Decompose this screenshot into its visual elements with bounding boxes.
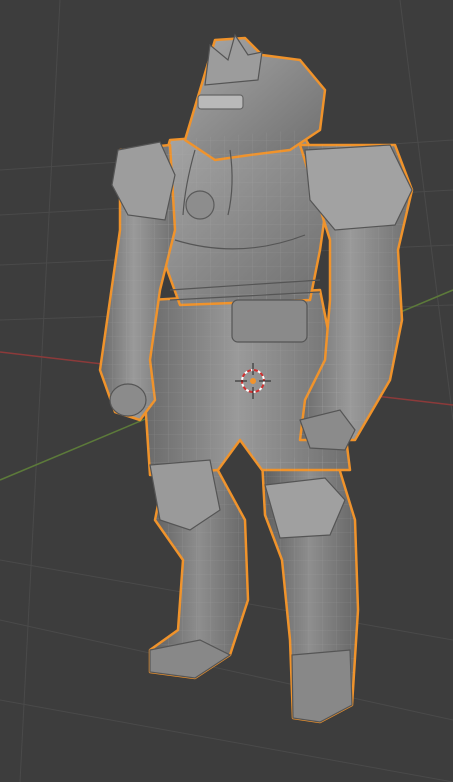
left-fist <box>109 383 147 417</box>
right-boot <box>291 649 353 723</box>
chest-emblem <box>185 190 215 220</box>
right-knee-pad <box>264 477 346 539</box>
3d-viewport[interactable] <box>0 0 453 782</box>
visor <box>197 94 244 110</box>
belt-pouch <box>231 299 308 343</box>
viewport-canvas[interactable] <box>0 0 453 782</box>
